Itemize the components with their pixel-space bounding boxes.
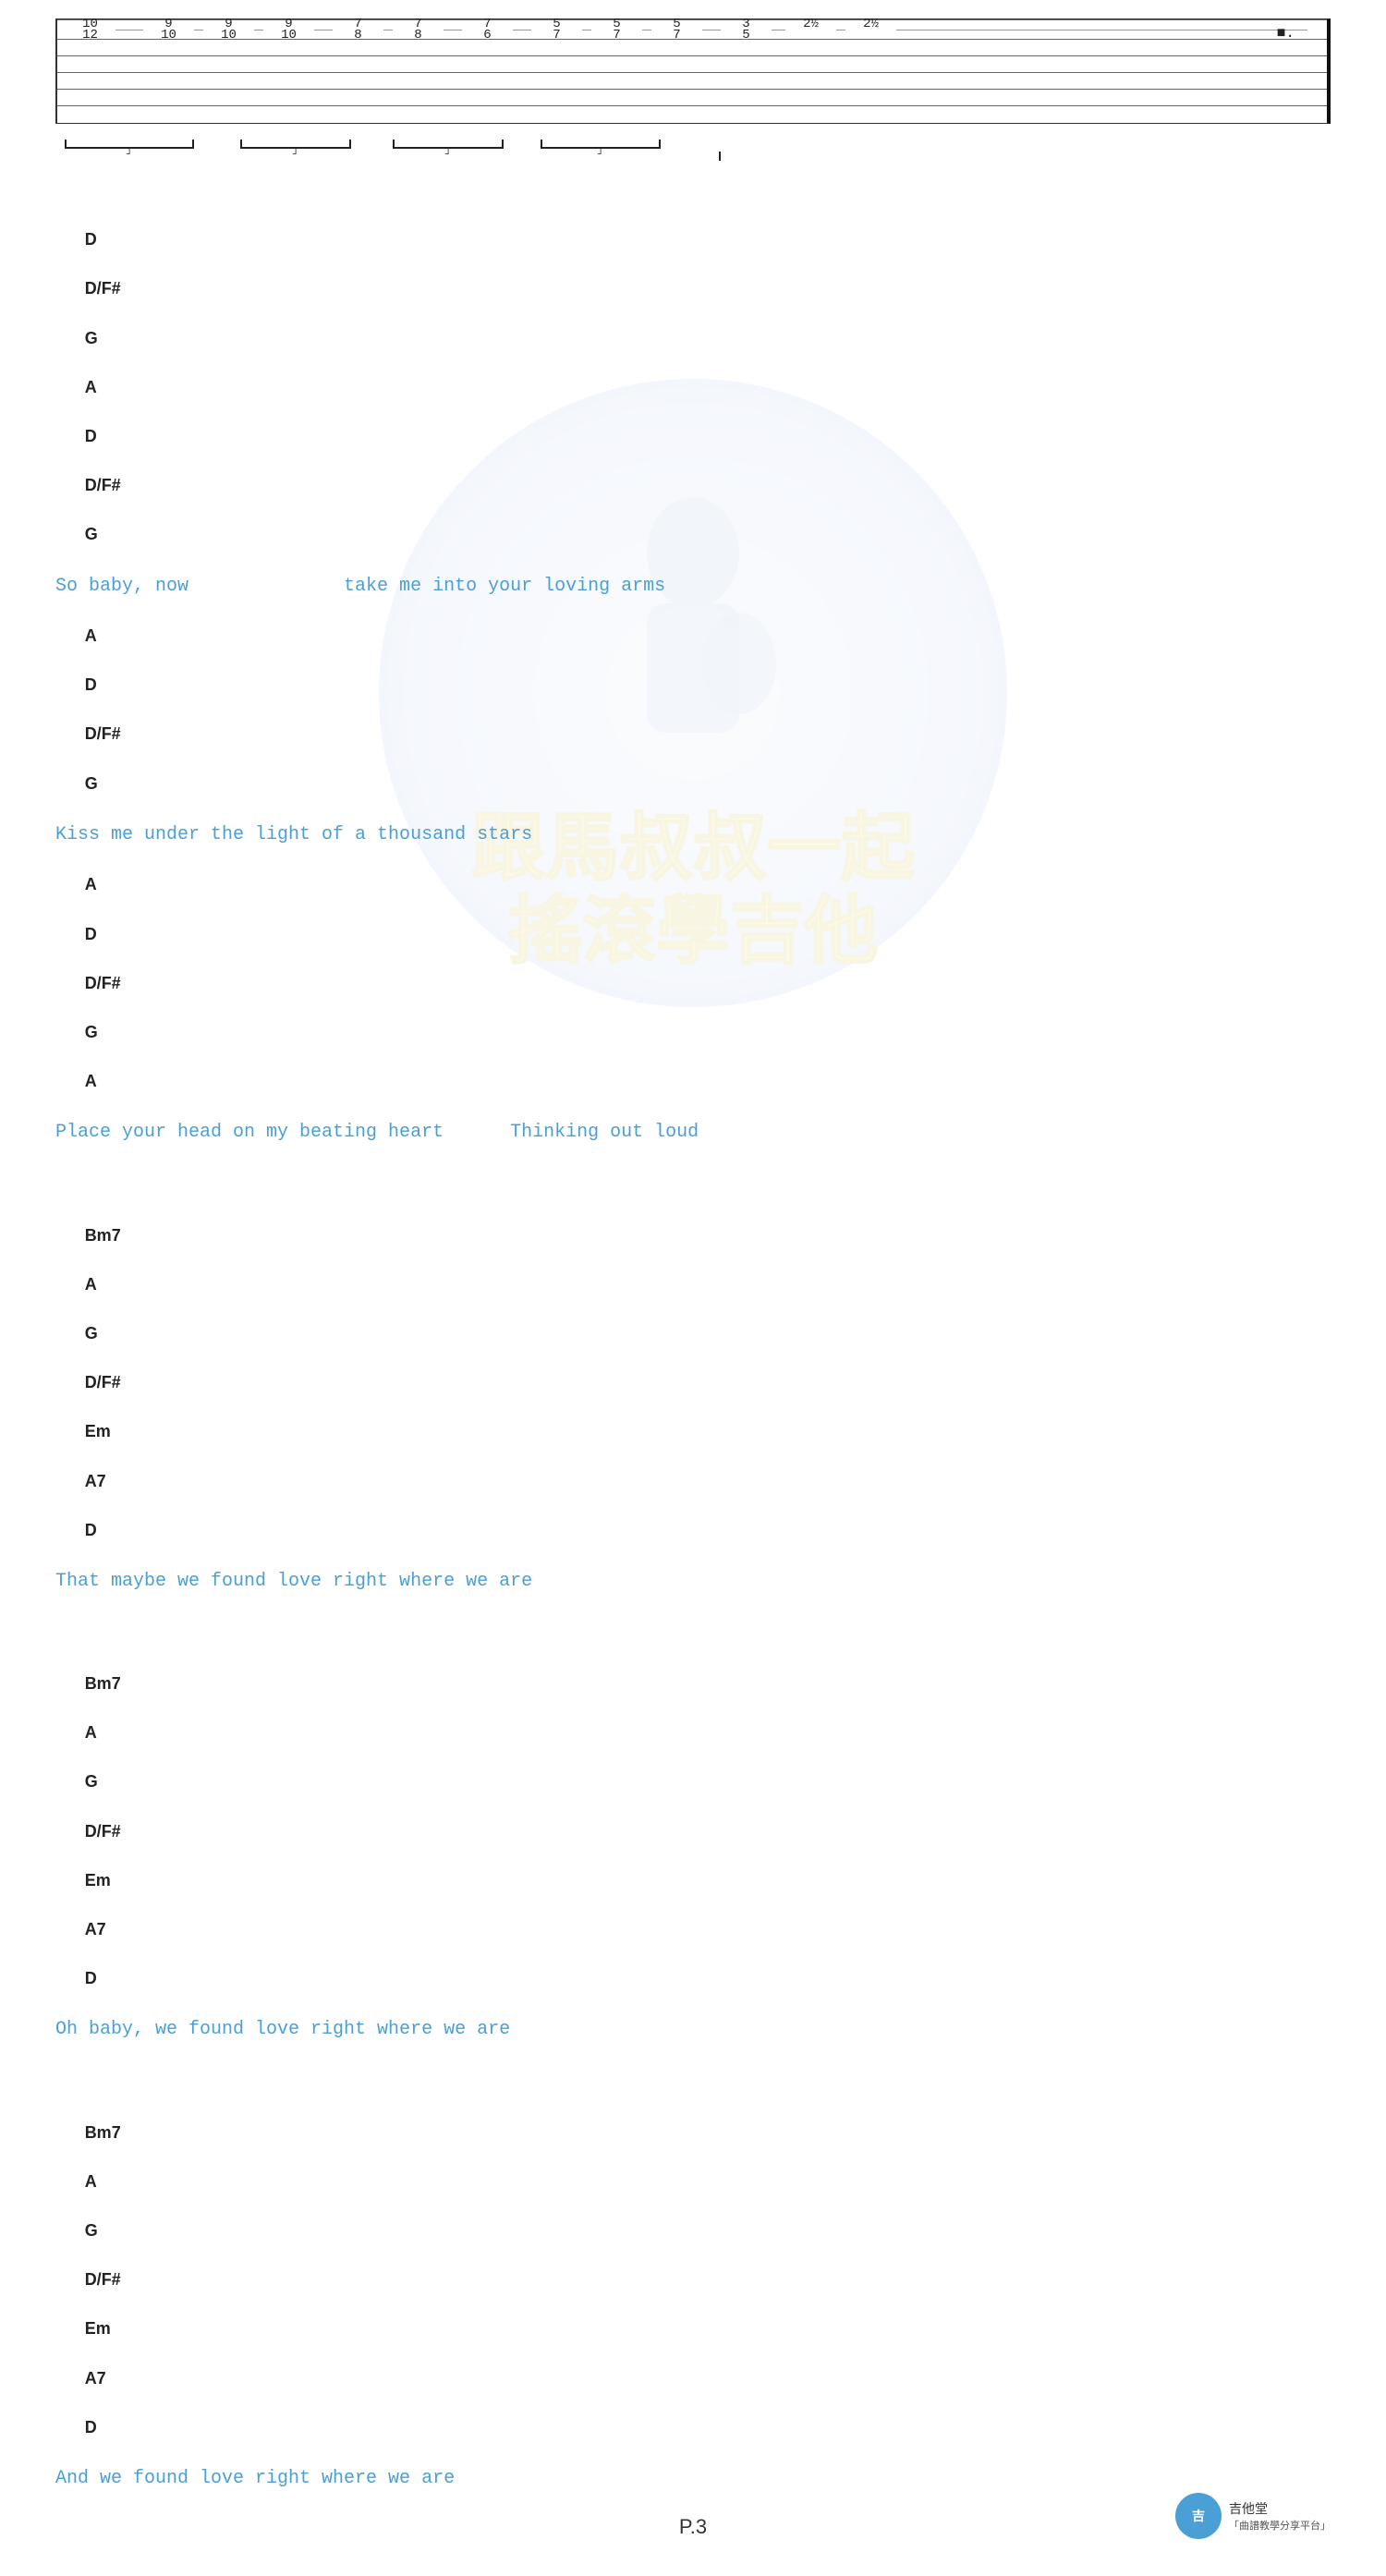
chord-A3: A bbox=[85, 873, 97, 896]
section-2: Bm7 A G D/F# Em A7 D That maybe we found… bbox=[55, 1174, 1331, 1596]
chord-D5: D bbox=[85, 1519, 97, 1542]
guitar-logo-icon: 吉 bbox=[1180, 2497, 1217, 2534]
lyric-row-1b: Kiss me under the light of a thousand st… bbox=[55, 821, 1331, 849]
tab-row-1: 1012 910 910 910 78 78 76 57 57 57 bbox=[57, 19, 1327, 40]
chord-DFsharp2: D/F# bbox=[85, 474, 121, 497]
logo-main-text: 吉他堂 bbox=[1229, 2499, 1331, 2518]
chord-A7b: A bbox=[85, 2170, 97, 2193]
chord-A7-2: A7 bbox=[85, 1918, 106, 1941]
lyric-row-3: Oh baby, we found love right where we ar… bbox=[55, 2016, 1331, 2044]
chord-DFsharp3: D/F# bbox=[85, 723, 121, 746]
chord-A6: A bbox=[85, 1721, 97, 1744]
chord-G5: G bbox=[85, 1322, 98, 1345]
tab-num: 910 bbox=[203, 17, 254, 43]
logo-text-group: 吉他堂 「曲譜教學分享平台」 bbox=[1229, 2499, 1331, 2533]
tab-num: 910 bbox=[143, 17, 194, 43]
chord-Em3: Em bbox=[85, 2317, 111, 2340]
tab-num: 910 bbox=[263, 17, 314, 43]
tab-num: 78 bbox=[333, 17, 383, 43]
chord-Bm7-3: Bm7 bbox=[85, 2121, 121, 2145]
bracket-2: ┘ bbox=[240, 140, 351, 161]
page-number: P.3 bbox=[679, 2515, 707, 2539]
chord-G1: G bbox=[85, 327, 98, 350]
chord-DFsharp6: D/F# bbox=[85, 1820, 121, 1843]
chord-Em2: Em bbox=[85, 1869, 111, 1892]
section-4: Bm7 A G D/F# Em A7 D And we found love r… bbox=[55, 2072, 1331, 2493]
section-1: D D/F# G A D D/F# G So baby, now take me… bbox=[55, 179, 1331, 1147]
tab-num: 57 bbox=[591, 17, 642, 43]
tab-num: 57 bbox=[531, 17, 582, 43]
chord-D7: D bbox=[85, 2416, 97, 2439]
chord-row-3: Bm7 A G D/F# Em A7 D bbox=[55, 1623, 1331, 2017]
chord-D3: D bbox=[85, 674, 97, 697]
chord-G6: G bbox=[85, 1770, 98, 1793]
bracket-area: ┘ ┘ ┘ ┘ bbox=[55, 128, 1331, 170]
chord-G2: G bbox=[85, 523, 98, 546]
tab-num: 57 bbox=[651, 17, 702, 43]
chord-G7: G bbox=[85, 2219, 98, 2242]
chord-row-1b: A D D/F# G bbox=[55, 601, 1331, 821]
bracket-1: ┘ bbox=[65, 140, 194, 161]
lyric-row-2: That maybe we found love right where we … bbox=[55, 1568, 1331, 1596]
chord-D1: D bbox=[85, 228, 97, 251]
tab-row-3 bbox=[57, 56, 1327, 73]
tab-row-6 bbox=[57, 106, 1327, 123]
chord-D2: D bbox=[85, 425, 97, 448]
tab-row-2 bbox=[57, 40, 1327, 56]
bracket-3: ┘ bbox=[393, 140, 504, 161]
chord-DFsharp4: D/F# bbox=[85, 972, 121, 995]
bracket-label-4: ┘ bbox=[541, 150, 661, 161]
lyric-row-1c: Place your head on my beating heart Thin… bbox=[55, 1119, 1331, 1147]
chord-G4: G bbox=[85, 1021, 98, 1044]
chord-A1: A bbox=[85, 376, 97, 399]
chord-row-4: Bm7 A G D/F# Em A7 D bbox=[55, 2072, 1331, 2465]
svg-text:吉: 吉 bbox=[1192, 2509, 1205, 2525]
chord-A7-3: A7 bbox=[85, 2367, 106, 2390]
tab-num: 76 bbox=[462, 17, 513, 43]
chord-A5: A bbox=[85, 1273, 97, 1296]
tab-num: 1012 bbox=[65, 17, 116, 43]
chord-row-1a: D D/F# G A D D/F# G bbox=[55, 179, 1331, 573]
bracket-label-2: ┘ bbox=[240, 150, 351, 161]
chord-DFsharp7: D/F# bbox=[85, 2268, 121, 2291]
tab-row-4 bbox=[57, 73, 1327, 90]
bracket-label-1: ┘ bbox=[65, 150, 194, 161]
chord-row-2: Bm7 A G D/F# Em A7 D bbox=[55, 1174, 1331, 1568]
chord-A2: A bbox=[85, 625, 97, 648]
page-content: 1012 910 910 910 78 78 76 57 57 57 bbox=[0, 0, 1386, 2576]
logo-icon: 吉 bbox=[1175, 2493, 1222, 2539]
chord-DFsharp5: D/F# bbox=[85, 1371, 121, 1394]
lyric-row-4: And we found love right where we are bbox=[55, 2465, 1331, 2493]
chord-Bm7-2: Bm7 bbox=[85, 1672, 121, 1695]
chord-A4: A bbox=[85, 1070, 97, 1093]
chord-DFsharp1: D/F# bbox=[85, 277, 121, 300]
chord-D6: D bbox=[85, 1967, 97, 1990]
chord-Bm7-1: Bm7 bbox=[85, 1224, 121, 1247]
chord-row-1c: A D D/F# G A bbox=[55, 849, 1331, 1120]
tab-row-5 bbox=[57, 90, 1327, 106]
chord-A7-1: A7 bbox=[85, 1470, 106, 1493]
footer-logo: 吉 吉他堂 「曲譜教學分享平台」 bbox=[1175, 2493, 1331, 2539]
footer: P.3 吉 吉他堂 「曲譜教學分享平台」 bbox=[0, 2515, 1386, 2539]
bracket-label-3: ┘ bbox=[393, 150, 504, 161]
chord-G3: G bbox=[85, 772, 98, 796]
bracket-5 bbox=[693, 152, 721, 161]
tab-container: 1012 910 910 910 78 78 76 57 57 57 bbox=[55, 18, 1331, 124]
bracket-4: ┘ bbox=[541, 140, 661, 161]
tab-num: 35 bbox=[721, 17, 772, 43]
lyric-row-1a: So baby, now take me into your loving ar… bbox=[55, 573, 1331, 601]
tab-num: 2½ bbox=[845, 17, 896, 43]
chord-Em1: Em bbox=[85, 1420, 111, 1443]
chord-D4: D bbox=[85, 923, 97, 946]
tab-num: 78 bbox=[393, 17, 444, 43]
logo-sub-text: 「曲譜教學分享平台」 bbox=[1229, 2518, 1331, 2533]
section-3: Bm7 A G D/F# Em A7 D Oh baby, we found l… bbox=[55, 1623, 1331, 2045]
tab-num: 2½ bbox=[785, 17, 836, 43]
